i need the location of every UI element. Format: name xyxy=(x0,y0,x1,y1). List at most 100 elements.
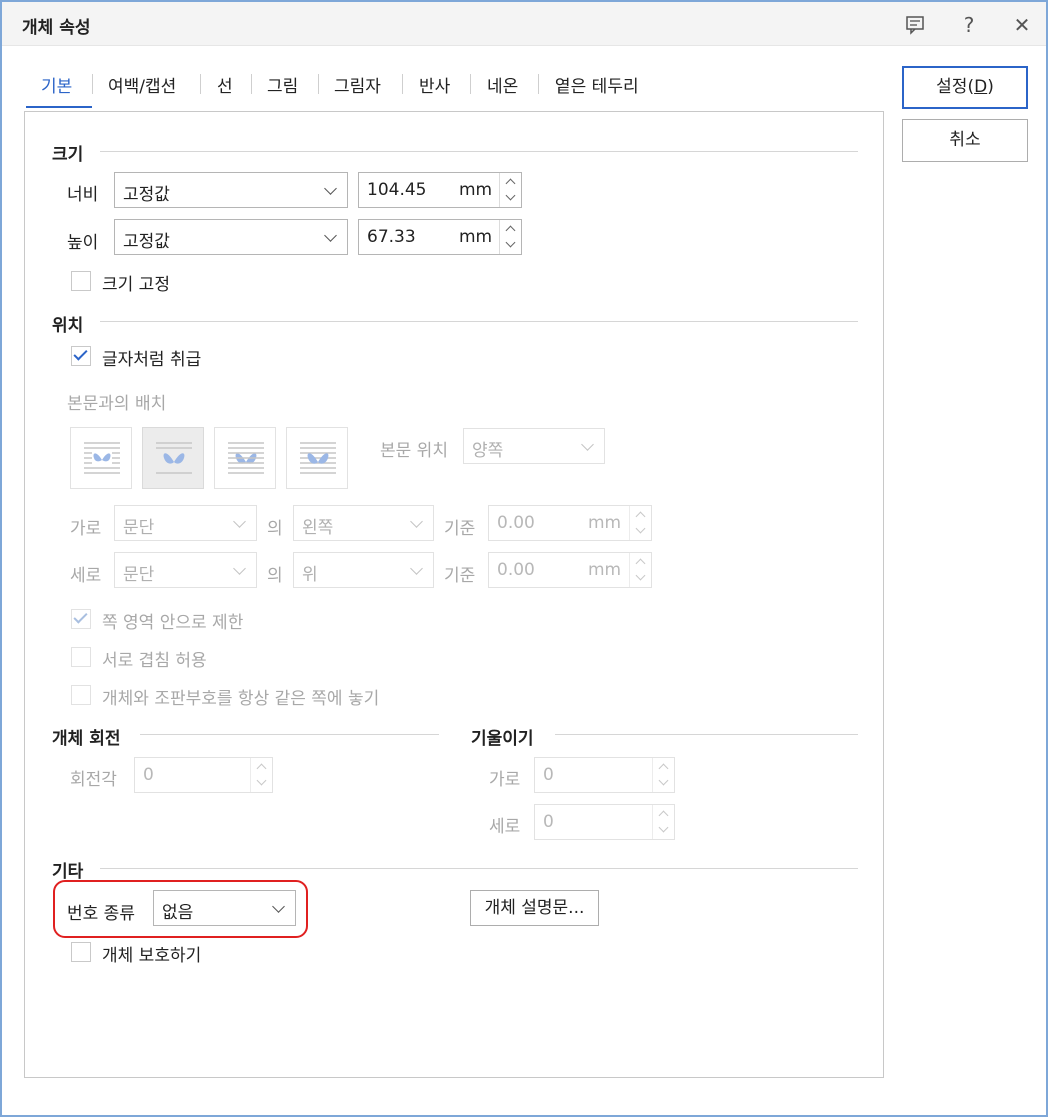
horizontal-label: 가로 xyxy=(70,519,102,539)
height-label: 높이 xyxy=(67,233,99,253)
spin-down-icon[interactable] xyxy=(658,775,669,786)
cancel-button[interactable]: 취소 xyxy=(902,119,1028,162)
height-unit: mm xyxy=(459,227,493,247)
spin-up-icon[interactable] xyxy=(505,225,516,236)
wrap-behind-icon xyxy=(228,442,264,474)
vertical-offset-spinner[interactable] xyxy=(629,553,651,587)
wrap-in-front-button[interactable] xyxy=(286,427,348,489)
treat-as-char-checkbox[interactable] xyxy=(71,346,91,366)
height-mode-dropdown[interactable]: 고정값 xyxy=(114,219,348,255)
spin-up-icon[interactable] xyxy=(658,763,669,774)
spin-down-icon[interactable] xyxy=(505,190,516,201)
limit-page-checkbox[interactable] xyxy=(71,609,91,629)
rotation-angle-input[interactable]: 0 xyxy=(134,757,273,793)
wrap-topbottom-button[interactable] xyxy=(142,427,204,489)
vertical-ref-dropdown[interactable]: 문단 xyxy=(114,552,257,588)
tab-shadow[interactable]: 그림자 xyxy=(334,72,381,97)
close-icon[interactable]: ✕ xyxy=(1007,10,1037,40)
skew-vertical-input[interactable]: 0 xyxy=(534,804,675,840)
dialog-title: 개체 속성 xyxy=(22,18,91,38)
tab-separator xyxy=(200,74,201,94)
skew-horizontal-label: 가로 xyxy=(489,770,521,790)
vertical-offset-input[interactable]: 0.00 mm xyxy=(488,552,652,588)
skew-heading: 기울이기 xyxy=(471,729,534,749)
title-bar: 개체 속성 ? ✕ xyxy=(2,2,1046,46)
horizontal-offset-input[interactable]: 0.00 mm xyxy=(488,505,652,541)
spin-down-icon[interactable] xyxy=(256,775,267,786)
horizontal-offset-spinner[interactable] xyxy=(629,506,651,540)
help-icon[interactable]: ? xyxy=(954,10,984,40)
vertical-align-value: 위 xyxy=(302,565,318,585)
size-divider xyxy=(100,151,858,152)
rotation-heading: 개체 회전 xyxy=(52,729,121,749)
skew-horizontal-spinner[interactable] xyxy=(652,758,674,792)
wrap-square-button[interactable] xyxy=(70,427,132,489)
size-heading: 크기 xyxy=(52,145,84,165)
spin-down-icon[interactable] xyxy=(505,237,516,248)
rotation-angle-spinner[interactable] xyxy=(250,758,272,792)
height-spinner[interactable] xyxy=(499,220,521,254)
chevron-down-icon xyxy=(324,182,337,195)
height-mode-value: 고정값 xyxy=(123,232,170,252)
spin-down-icon[interactable] xyxy=(635,523,646,534)
wrap-label: 본문과의 배치 xyxy=(67,394,167,414)
base-label: 기준 xyxy=(444,519,476,539)
of-label: 의 xyxy=(267,566,283,586)
highlight-annotation xyxy=(53,880,308,938)
protect-object-label: 개체 보호하기 xyxy=(102,946,202,966)
treat-as-char-label: 글자처럼 취급 xyxy=(102,350,202,370)
horizontal-offset-value: 0.00 xyxy=(497,513,535,533)
width-value: 104.45 xyxy=(367,180,427,200)
same-page-checkbox[interactable] xyxy=(71,685,91,705)
tab-reflection[interactable]: 반사 xyxy=(419,72,450,97)
fix-size-checkbox[interactable] xyxy=(71,271,91,291)
height-input[interactable]: 67.33 mm xyxy=(358,219,522,255)
chevron-down-icon xyxy=(233,515,246,528)
spin-up-icon[interactable] xyxy=(505,178,516,189)
vertical-align-dropdown[interactable]: 위 xyxy=(293,552,434,588)
skew-vertical-label: 세로 xyxy=(489,817,521,837)
tab-margin-caption[interactable]: 여백/캡션 xyxy=(108,72,176,97)
wrap-behind-text-button[interactable] xyxy=(214,427,276,489)
horizontal-ref-dropdown[interactable]: 문단 xyxy=(114,505,257,541)
ok-button[interactable]: 설정(D) xyxy=(902,66,1028,109)
spin-down-icon[interactable] xyxy=(635,570,646,581)
spin-up-icon[interactable] xyxy=(256,763,267,774)
tab-basic[interactable]: 기본 xyxy=(41,72,72,97)
protect-object-checkbox[interactable] xyxy=(71,942,91,962)
chevron-down-icon xyxy=(233,562,246,575)
vertical-offset-value: 0.00 xyxy=(497,560,535,580)
vertical-ref-value: 문단 xyxy=(123,565,155,585)
width-mode-dropdown[interactable]: 고정값 xyxy=(114,172,348,208)
checkmark-icon xyxy=(73,346,88,361)
skew-horizontal-input[interactable]: 0 xyxy=(534,757,675,793)
chevron-down-icon xyxy=(581,438,594,451)
skew-vertical-spinner[interactable] xyxy=(652,805,674,839)
tab-soft-edge[interactable]: 옅은 테두리 xyxy=(555,72,639,97)
spin-down-icon[interactable] xyxy=(658,822,669,833)
position-heading: 위치 xyxy=(52,316,84,336)
etc-heading: 기타 xyxy=(52,862,84,882)
width-spinner[interactable] xyxy=(499,173,521,207)
tab-separator xyxy=(402,74,403,94)
spin-up-icon[interactable] xyxy=(635,511,646,522)
spin-up-icon[interactable] xyxy=(658,810,669,821)
vertical-label: 세로 xyxy=(70,566,102,586)
spin-up-icon[interactable] xyxy=(635,558,646,569)
tab-neon[interactable]: 네온 xyxy=(487,72,518,97)
body-position-dropdown[interactable]: 양쪽 xyxy=(463,428,605,464)
width-unit: mm xyxy=(459,180,493,200)
tab-separator xyxy=(318,74,319,94)
width-input[interactable]: 104.45 mm xyxy=(358,172,522,208)
tab-line[interactable]: 선 xyxy=(217,72,233,97)
width-mode-value: 고정값 xyxy=(123,185,170,205)
comment-icon[interactable] xyxy=(900,10,930,40)
horizontal-align-dropdown[interactable]: 왼쪽 xyxy=(293,505,434,541)
tab-picture[interactable]: 그림 xyxy=(267,72,298,97)
position-divider xyxy=(100,321,858,322)
object-description-button[interactable]: 개체 설명문... xyxy=(470,890,599,926)
chevron-down-icon xyxy=(324,229,337,242)
allow-overlap-checkbox[interactable] xyxy=(71,647,91,667)
rotation-divider xyxy=(140,734,439,735)
of-label: 의 xyxy=(267,519,283,539)
